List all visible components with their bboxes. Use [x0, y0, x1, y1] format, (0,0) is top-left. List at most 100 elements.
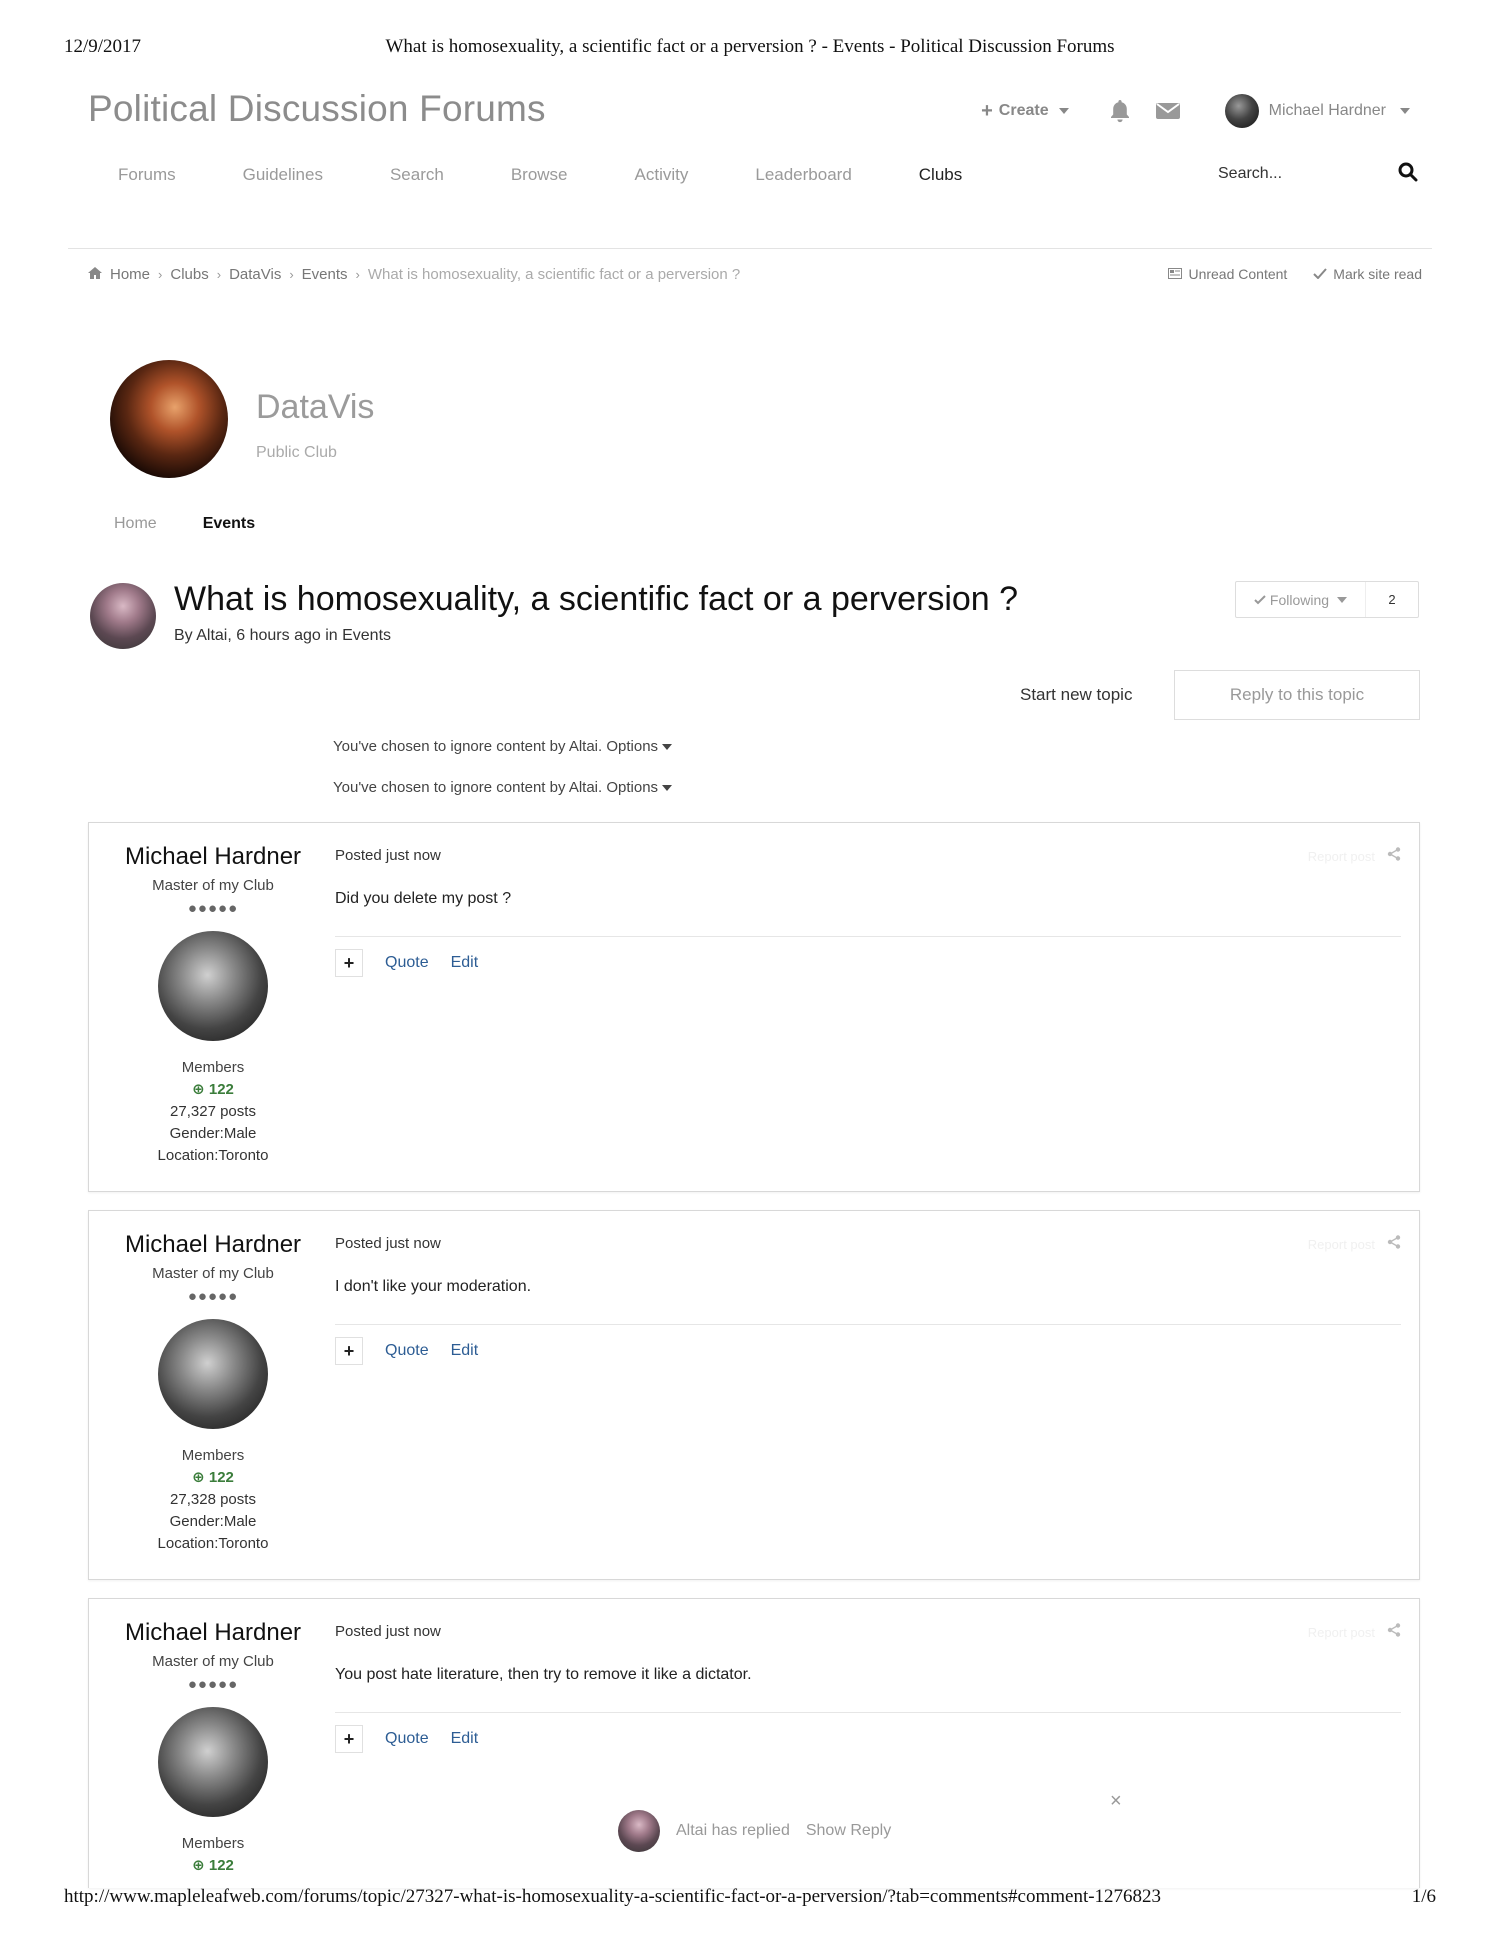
avatar[interactable]	[158, 1707, 268, 1817]
nav-item-search[interactable]: Search	[390, 165, 444, 185]
breadcrumb-actions: Unread Content Mark site read	[1168, 266, 1422, 282]
nav-item-browse[interactable]: Browse	[511, 165, 568, 185]
share-icon[interactable]	[1387, 847, 1401, 864]
author-name[interactable]: Michael Hardner	[89, 843, 337, 871]
nav-item-guidelines[interactable]: Guidelines	[243, 165, 323, 185]
club-tabs: Home Events	[114, 515, 255, 533]
tab-home[interactable]: Home	[114, 515, 157, 533]
quote-button[interactable]: Quote	[385, 954, 429, 972]
reply-notice-text: Altai has replied	[676, 1822, 790, 1839]
ignore-notice: You've chosen to ignore content by Altai…	[333, 779, 673, 796]
ignore-options-button[interactable]: Options	[606, 738, 673, 755]
nav-item-clubs[interactable]: Clubs	[919, 165, 962, 185]
post-divider	[335, 1324, 1401, 1325]
topic-author-avatar[interactable]	[90, 583, 156, 649]
reply-to-topic-button[interactable]: Reply to this topic	[1174, 670, 1420, 720]
author-name[interactable]: Michael Hardner	[89, 1231, 337, 1259]
following-button[interactable]: Following 2	[1235, 581, 1419, 618]
search-input[interactable]: Search...	[1218, 158, 1418, 190]
ignore-options-button[interactable]: Options	[606, 779, 673, 796]
topic-title: What is homosexuality, a scientific fact…	[174, 580, 1019, 618]
breadcrumb-events[interactable]: Events	[302, 266, 348, 283]
following-label-wrap: Following	[1236, 582, 1366, 617]
post-author: Michael Hardner Master of my Club ●●●●● …	[89, 823, 337, 1167]
author-gender: Gender:Male	[169, 1125, 257, 1142]
nav-item-activity[interactable]: Activity	[635, 165, 689, 185]
rank-pips: ●●●●●	[187, 900, 239, 917]
multiquote-button[interactable]: +	[335, 1725, 363, 1753]
author-name[interactable]: Michael Hardner	[89, 1619, 337, 1647]
avatar[interactable]	[158, 1319, 268, 1429]
user-bar: + Create Michael Hardner	[981, 94, 1410, 128]
breadcrumb-home[interactable]: Home	[110, 266, 150, 283]
caret-down-icon	[1058, 108, 1069, 114]
rank-pips: ●●●●●	[187, 1676, 239, 1693]
quote-button[interactable]: Quote	[385, 1342, 429, 1360]
post-author: Michael Hardner Master of my Club ●●●●● …	[89, 1599, 337, 1877]
post-content: You post hate literature, then try to re…	[335, 1666, 752, 1683]
reputation-value: 122	[208, 1857, 234, 1874]
check-icon	[1254, 592, 1266, 608]
rank-pips: ●●●●●	[187, 1288, 239, 1305]
chevron-right-icon: ›	[355, 267, 360, 282]
edit-button[interactable]: Edit	[451, 1342, 479, 1360]
close-icon[interactable]: ×	[1110, 1790, 1122, 1813]
multiquote-button[interactable]: +	[335, 949, 363, 977]
start-new-topic-link[interactable]: Start new topic	[1020, 685, 1132, 705]
quote-button[interactable]: Quote	[385, 1730, 429, 1748]
show-reply-button[interactable]: Show Reply	[806, 1822, 891, 1840]
unread-content-link[interactable]: Unread Content	[1168, 266, 1287, 282]
club-avatar[interactable]	[110, 360, 228, 478]
post-count: 27,327 posts	[170, 1103, 256, 1120]
caret-down-icon	[1400, 108, 1410, 114]
ignore-notice-text: You've chosen to ignore content by Altai…	[333, 779, 603, 796]
avatar	[1224, 94, 1259, 128]
author-location: Location:Toronto	[157, 1147, 269, 1164]
report-post-link[interactable]: Report post	[1308, 849, 1375, 864]
tab-events[interactable]: Events	[203, 515, 255, 533]
post-body: Posted just now Report post Did you dele…	[335, 823, 1401, 977]
post-divider	[335, 936, 1401, 937]
site-title[interactable]: Political Discussion Forums	[88, 88, 546, 130]
ignore-notice-text: You've chosen to ignore content by Altai…	[333, 738, 603, 755]
author-group: Members	[181, 1059, 245, 1076]
breadcrumb-clubs[interactable]: Clubs	[170, 266, 208, 283]
plus-circle-icon: ⊕	[192, 1469, 205, 1486]
edit-button[interactable]: Edit	[451, 954, 479, 972]
breadcrumb: Home › Clubs › DataVis › Events › What i…	[88, 266, 740, 283]
caret-down-icon	[662, 785, 673, 792]
post-date: Posted just now	[335, 847, 441, 864]
multiquote-button[interactable]: +	[335, 1337, 363, 1365]
mark-site-read-link[interactable]: Mark site read	[1313, 266, 1422, 282]
avatar[interactable]	[158, 931, 268, 1041]
author-group: Members	[181, 1835, 245, 1852]
envelope-icon[interactable]	[1155, 101, 1181, 121]
caret-down-icon	[662, 744, 673, 751]
mark-site-read-label: Mark site read	[1333, 266, 1422, 282]
plus-circle-icon: ⊕	[192, 1857, 205, 1874]
reputation-badge: ⊕ 122	[89, 1079, 337, 1101]
avatar	[618, 1810, 660, 1852]
plus-circle-icon: ⊕	[192, 1081, 205, 1098]
report-post-link[interactable]: Report post	[1308, 1237, 1375, 1252]
author-rank: Master of my Club	[152, 1265, 274, 1282]
nav-item-leaderboard[interactable]: Leaderboard	[755, 165, 851, 185]
post-controls: + Quote Edit	[335, 1337, 1401, 1365]
check-icon	[1313, 266, 1328, 282]
share-icon[interactable]	[1387, 1623, 1401, 1640]
edit-button[interactable]: Edit	[451, 1730, 479, 1748]
post: Michael Hardner Master of my Club ●●●●● …	[88, 1210, 1420, 1580]
print-title: What is homosexuality, a scientific fact…	[385, 36, 1115, 57]
breadcrumb-datavis[interactable]: DataVis	[229, 266, 281, 283]
report-post-link[interactable]: Report post	[1308, 1625, 1375, 1640]
create-button[interactable]: + Create	[981, 100, 1069, 123]
share-icon[interactable]	[1387, 1235, 1401, 1252]
bell-icon[interactable]	[1109, 99, 1131, 123]
chevron-right-icon: ›	[216, 267, 222, 282]
search-icon[interactable]	[1398, 162, 1418, 187]
user-menu[interactable]: Michael Hardner	[1224, 94, 1410, 128]
options-label: Options	[606, 779, 659, 796]
club-name: DataVis	[256, 388, 375, 426]
nav-item-forums[interactable]: Forums	[118, 165, 176, 185]
newspaper-icon	[1168, 266, 1183, 282]
